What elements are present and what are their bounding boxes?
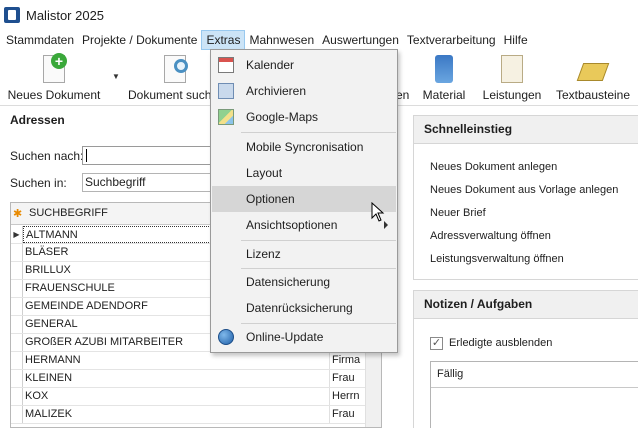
row-indicator-icon: ▶ — [11, 226, 23, 243]
menu-stammdaten[interactable]: Stammdaten — [2, 30, 78, 50]
calendar-icon — [218, 57, 234, 73]
material-icon — [429, 53, 459, 85]
adressen-title: Adressen — [10, 113, 65, 127]
menu-item-mobile-sync[interactable]: Mobile Syncronisation — [212, 134, 396, 160]
column-faellig[interactable]: Fällig — [431, 362, 638, 388]
window-title: Malistor 2025 — [26, 7, 105, 23]
menu-textverarbeitung[interactable]: Textverarbeitung — [403, 30, 500, 50]
menu-item-kalender[interactable]: Kalender — [212, 52, 396, 78]
notizen-panel: Notizen / Aufgaben ✓ Erledigte ausblende… — [413, 290, 638, 428]
title-bar: Malistor 2025 — [0, 0, 638, 30]
menu-auswertungen[interactable]: Auswertungen — [318, 30, 403, 50]
schnelleinstieg-title: Schnelleinstieg — [414, 116, 638, 144]
menu-bar: Stammdaten Projekte / Dokumente Extras M… — [0, 30, 638, 50]
table-row[interactable]: KLEINEN Frau — [11, 370, 381, 388]
table-row[interactable]: HERMANN Firma — [11, 352, 381, 370]
erledigte-ausblenden-checkbox[interactable]: ✓ — [430, 337, 443, 350]
menu-item-lizenz[interactable]: Lizenz — [212, 241, 396, 267]
menu-mahnwesen[interactable]: Mahnwesen — [245, 30, 318, 50]
new-document-dropdown-arrow[interactable]: ▼ — [112, 72, 120, 81]
menu-item-archivieren[interactable]: Archivieren — [212, 78, 396, 104]
menu-item-datenruecksicherung[interactable]: Datenrücksicherung — [212, 295, 396, 321]
search-in-label: Suchen in: — [10, 176, 67, 190]
link-neuer-brief[interactable]: Neuer Brief — [430, 207, 486, 219]
notizen-title: Notizen / Aufgaben — [414, 291, 638, 319]
schnelleinstieg-panel: Schnelleinstieg Neues Dokument anlegen N… — [413, 115, 638, 280]
archive-icon — [218, 83, 234, 99]
menu-extras[interactable]: Extras — [201, 30, 246, 50]
textbausteine-button[interactable]: Textbausteine — [554, 50, 632, 106]
link-adressverwaltung[interactable]: Adressverwaltung öffnen — [430, 230, 551, 242]
menu-item-datensicherung[interactable]: Datensicherung — [212, 269, 396, 295]
menu-projekte-dokumente[interactable]: Projekte / Dokumente — [78, 30, 201, 50]
menu-hilfe[interactable]: Hilfe — [500, 30, 532, 50]
new-document-icon: + — [39, 53, 69, 85]
search-input[interactable] — [82, 146, 212, 165]
search-in-select[interactable]: Suchbegriff — [82, 173, 212, 192]
link-neues-dokument[interactable]: Neues Dokument anlegen — [430, 161, 557, 173]
mouse-cursor-icon — [371, 202, 385, 222]
column-suchbegriff[interactable]: SUCHBEGRIFF — [29, 207, 108, 219]
link-leistungsverwaltung[interactable]: Leistungsverwaltung öffnen — [430, 253, 564, 265]
hidden-ribbon-button[interactable]: en — [396, 50, 410, 106]
textbausteine-icon — [576, 53, 610, 85]
leistungen-button[interactable]: Leistungen — [480, 50, 544, 106]
link-dokument-aus-vorlage[interactable]: Neues Dokument aus Vorlage anlegen — [430, 184, 618, 196]
new-document-button[interactable]: + Neues Dokument — [6, 50, 102, 106]
table-row[interactable]: MALIZEK Frau — [11, 406, 381, 424]
leistungen-icon — [497, 53, 527, 85]
menu-item-optionen[interactable]: Optionen — [212, 186, 396, 212]
map-icon — [218, 109, 234, 125]
menu-item-ansichtsoptionen[interactable]: Ansichtsoptionen — [212, 212, 396, 238]
globe-icon — [218, 329, 234, 345]
search-label: Suchen nach: — [10, 149, 84, 163]
table-row[interactable]: KOX Herrn — [11, 388, 381, 406]
document-search-icon — [160, 53, 190, 85]
new-row-star-icon: ✱ — [13, 208, 23, 220]
extras-dropdown-menu: Kalender Archivieren Google-Maps Mobile … — [210, 49, 398, 353]
menu-item-google-maps[interactable]: Google-Maps — [212, 104, 396, 130]
app-icon — [4, 7, 20, 23]
menu-item-layout[interactable]: Layout — [212, 160, 396, 186]
menu-separator — [241, 132, 396, 133]
menu-item-online-update[interactable]: Online-Update — [212, 324, 396, 350]
document-search-button[interactable]: Dokument such — [128, 50, 212, 106]
tasks-grid[interactable]: Fällig — [430, 361, 638, 428]
submenu-arrow-icon — [384, 221, 388, 229]
material-button[interactable]: Material — [420, 50, 468, 106]
erledigte-ausblenden-label: Erledigte ausblenden — [449, 337, 553, 349]
